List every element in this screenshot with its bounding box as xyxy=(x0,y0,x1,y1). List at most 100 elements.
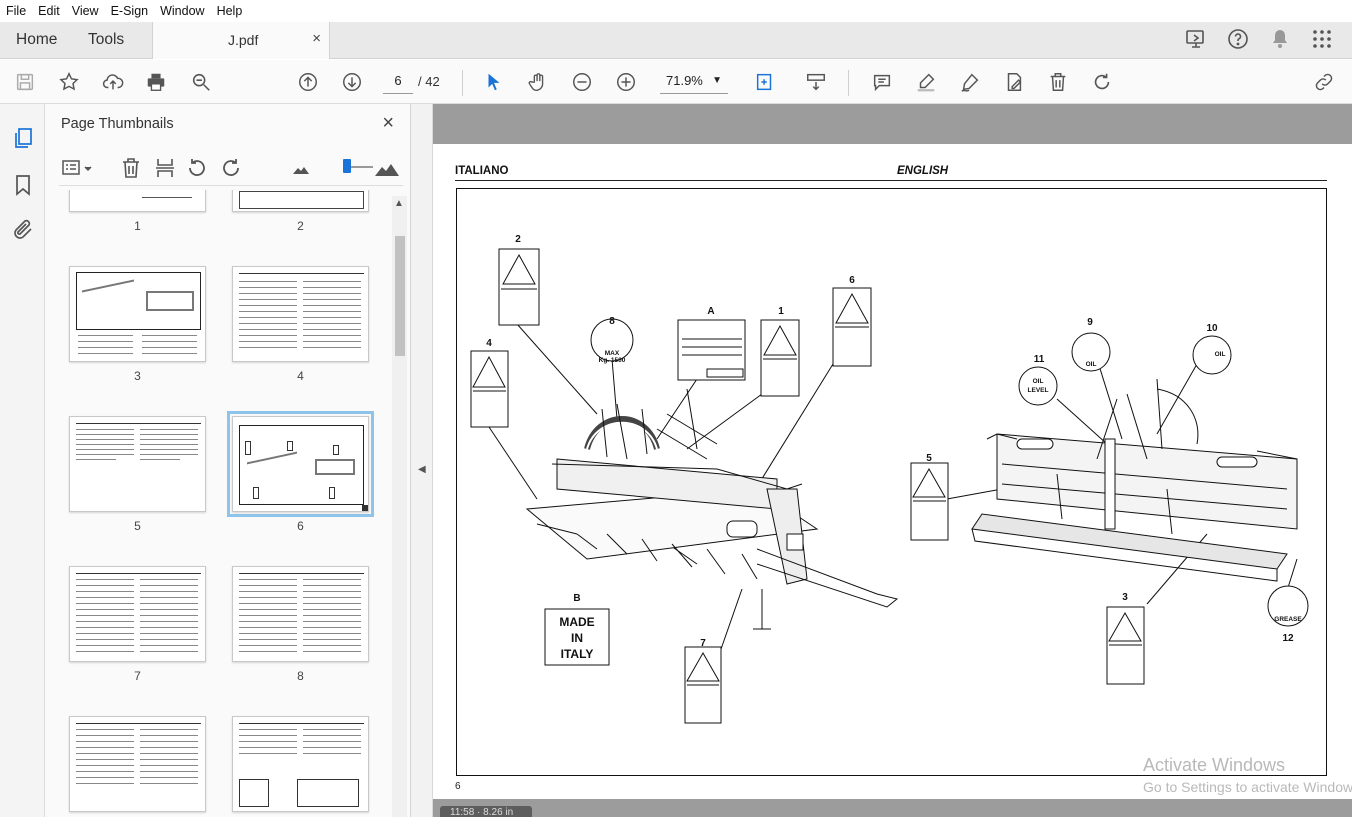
apps-grid-icon[interactable] xyxy=(1310,27,1334,51)
notification-bell-icon[interactable] xyxy=(1268,27,1292,51)
thumbnail-options-icon[interactable] xyxy=(61,156,95,180)
menu-esign[interactable]: E-Sign xyxy=(111,4,149,18)
thumbnail-page-10[interactable] xyxy=(232,716,369,812)
menu-help[interactable]: Help xyxy=(217,4,243,18)
callout-a: A xyxy=(707,306,714,317)
thumbnail-scrollbar[interactable]: ▲ xyxy=(392,196,407,817)
thumbnail-size-slider-handle[interactable] xyxy=(343,159,351,173)
bookmark-star-icon[interactable] xyxy=(56,69,82,95)
tab-document[interactable]: J.pdf × xyxy=(152,22,330,59)
thumbnail-label: 7 xyxy=(134,669,141,683)
page-thumbnails-icon[interactable] xyxy=(11,126,35,150)
page-fit-icon[interactable] xyxy=(752,69,778,95)
callout-10: 10 xyxy=(1206,323,1218,334)
thumbnail-page-5[interactable] xyxy=(69,416,206,512)
thumbnail-page-8[interactable] xyxy=(232,566,369,662)
page-count: / 42 xyxy=(418,74,440,89)
callout-7: 7 xyxy=(700,638,706,649)
page-number-input[interactable]: 6 xyxy=(383,70,413,94)
tab-tools[interactable]: Tools xyxy=(88,31,124,49)
header-english: ENGLISH xyxy=(897,165,949,177)
rotate-clockwise-icon[interactable] xyxy=(219,156,243,180)
tab-bar: Home Tools J.pdf × xyxy=(0,22,1352,59)
callout-8: 8 xyxy=(609,316,615,327)
menu-edit[interactable]: Edit xyxy=(38,4,60,18)
thumbnail-label: 8 xyxy=(297,669,304,683)
scrollbar-thumb[interactable] xyxy=(395,236,405,356)
next-page-icon[interactable] xyxy=(339,69,365,95)
page-size-status: 11:58 · 8.26 in xyxy=(440,806,532,817)
panel-title: Page Thumbnails xyxy=(61,116,174,132)
thumbnail-page-6[interactable] xyxy=(227,411,374,517)
help-icon[interactable] xyxy=(1226,27,1250,51)
menu-window[interactable]: Window xyxy=(160,4,204,18)
grease-label: GREASE xyxy=(1274,616,1302,623)
zoom-level-select[interactable]: 71.9% ▼ xyxy=(660,70,728,94)
toolbar-divider xyxy=(462,70,463,96)
edit-document-icon[interactable] xyxy=(1001,69,1027,95)
zoom-level-value: 71.9% xyxy=(666,73,703,88)
small-thumbnails-icon[interactable] xyxy=(289,156,313,180)
callout-5: 5 xyxy=(926,453,932,464)
header-rule xyxy=(455,180,1327,181)
callout-3: 3 xyxy=(1122,592,1128,603)
zoom-out-icon[interactable] xyxy=(569,69,595,95)
main-toolbar: 6 / 42 71.9% ▼ xyxy=(0,60,1352,104)
callout-6: 6 xyxy=(849,275,855,286)
share-screen-icon[interactable] xyxy=(1184,27,1208,51)
thumbnail-label: 1 xyxy=(134,219,141,233)
chevron-down-icon: ▼ xyxy=(712,75,722,86)
zoom-in-icon[interactable] xyxy=(613,69,639,95)
thumbnail-page-1[interactable] xyxy=(69,190,206,212)
hook-capacity-label: Kg. 1500 xyxy=(599,357,626,364)
chevron-up-icon[interactable]: ▲ xyxy=(394,198,404,209)
thumbnail-toolbar xyxy=(59,154,403,186)
attachment-paperclip-icon[interactable] xyxy=(11,218,35,242)
menu-file[interactable]: File xyxy=(6,4,26,18)
thumbnail-label: 3 xyxy=(134,369,141,383)
thumbnail-page-2[interactable] xyxy=(232,190,369,212)
thumbnail-page-9[interactable] xyxy=(69,716,206,812)
print-icon[interactable] xyxy=(143,69,169,95)
large-thumbnails-icon[interactable] xyxy=(373,156,401,180)
sign-pen-icon[interactable] xyxy=(957,69,983,95)
header-italiano: ITALIANO xyxy=(455,165,509,177)
panel-collapse-handle[interactable]: ◀ xyxy=(411,104,433,817)
thumbnail-page-4[interactable] xyxy=(232,266,369,362)
select-cursor-icon[interactable] xyxy=(481,69,507,95)
callout-4: 4 xyxy=(486,338,492,349)
bookmarks-icon[interactable] xyxy=(11,173,35,197)
document-tab-name: J.pdf xyxy=(228,32,259,48)
comment-icon[interactable] xyxy=(869,69,895,95)
tab-bar-icons xyxy=(1184,27,1334,51)
windows-activation-subtitle: Go to Settings to activate Windows. xyxy=(1143,779,1352,795)
callout-2: 2 xyxy=(515,234,521,245)
rotate-counterclockwise-icon[interactable] xyxy=(185,156,209,180)
toolbar-divider xyxy=(848,70,849,96)
callout-1: 1 xyxy=(778,306,784,317)
scroll-mode-icon[interactable] xyxy=(803,69,829,95)
extract-page-icon[interactable] xyxy=(153,156,177,180)
close-tab-icon[interactable]: × xyxy=(312,30,321,47)
rotate-icon[interactable] xyxy=(1089,69,1115,95)
thumbnail-page-7[interactable] xyxy=(69,566,206,662)
hand-pan-icon[interactable] xyxy=(525,69,551,95)
thumbnail-page-3[interactable] xyxy=(69,266,206,362)
close-panel-icon[interactable]: × xyxy=(382,112,394,135)
oil-label-9: OIL xyxy=(1086,361,1097,368)
page-footer-number: 6 xyxy=(455,781,461,792)
delete-page-icon[interactable] xyxy=(119,156,143,180)
delete-trash-icon[interactable] xyxy=(1045,69,1071,95)
upload-cloud-icon[interactable] xyxy=(100,69,126,95)
previous-page-icon[interactable] xyxy=(295,69,321,95)
menu-view[interactable]: View xyxy=(72,4,99,18)
oil-label-10: OIL xyxy=(1215,351,1226,358)
tab-home[interactable]: Home xyxy=(16,31,57,49)
callout-12: 12 xyxy=(1282,633,1294,644)
thumbnail-label: 5 xyxy=(134,519,141,533)
share-link-icon[interactable] xyxy=(1311,69,1337,95)
highlight-pen-icon[interactable] xyxy=(913,69,939,95)
menu-bar: File Edit View E-Sign Window Help xyxy=(0,0,1352,22)
find-zoom-icon[interactable] xyxy=(188,69,214,95)
save-icon[interactable] xyxy=(12,69,38,95)
